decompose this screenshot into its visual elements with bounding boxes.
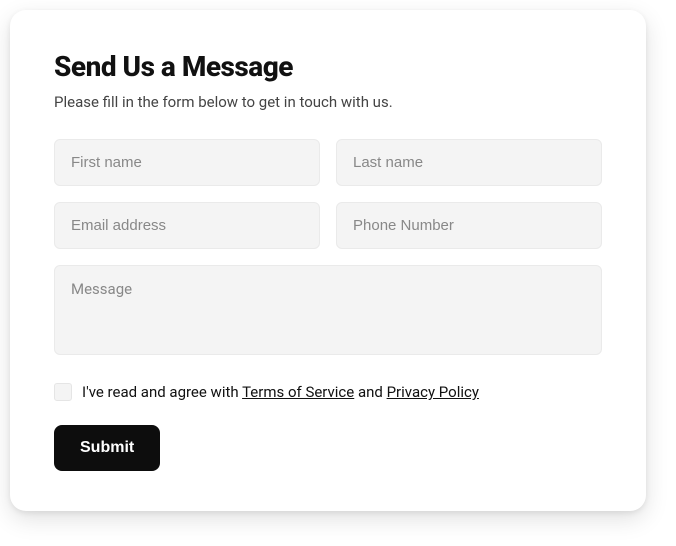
last-name-field[interactable] <box>336 139 602 186</box>
consent-checkbox[interactable] <box>54 383 72 401</box>
form-subheading: Please fill in the form below to get in … <box>54 93 602 111</box>
form-heading: Send Us a Message <box>54 50 602 83</box>
consent-prefix: I've read and agree with <box>82 383 242 401</box>
phone-field[interactable] <box>336 202 602 249</box>
contact-row <box>54 202 602 249</box>
consent-row: I've read and agree with Terms of Servic… <box>54 383 602 401</box>
privacy-policy-link[interactable]: Privacy Policy <box>387 383 479 401</box>
submit-button[interactable]: Submit <box>54 425 160 471</box>
first-name-field[interactable] <box>54 139 320 186</box>
consent-text: I've read and agree with Terms of Servic… <box>82 383 479 401</box>
terms-of-service-link[interactable]: Terms of Service <box>242 383 354 401</box>
message-field[interactable] <box>54 265 602 355</box>
email-field[interactable] <box>54 202 320 249</box>
contact-form-card: Send Us a Message Please fill in the for… <box>10 10 646 511</box>
name-row <box>54 139 602 186</box>
consent-middle: and <box>354 383 386 401</box>
